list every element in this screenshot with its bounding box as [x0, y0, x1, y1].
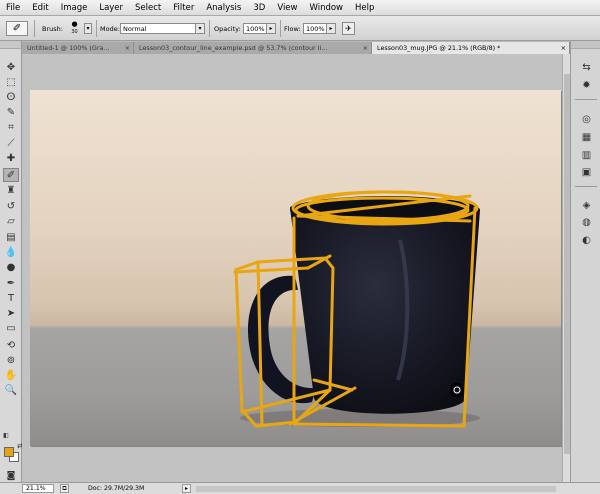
canvas-image: [233, 190, 480, 428]
brush-preset-picker[interactable]: ● 30: [68, 20, 81, 36]
menu-window[interactable]: Window: [303, 0, 349, 16]
options-bar: ✐ Brush: ● 30 ▾ Mode: Normal ▾ Opacity: …: [0, 16, 600, 41]
pen-icon[interactable]: ✒: [3, 277, 19, 291]
opacity-slider-button[interactable]: ▸: [266, 23, 276, 34]
mode-label: Mode:: [100, 25, 120, 33]
close-icon[interactable]: ×: [561, 42, 566, 54]
3d-orbit-icon[interactable]: ⊚: [3, 354, 19, 368]
brush-icon: ✐: [12, 23, 22, 34]
flow-slider-button[interactable]: ▸: [326, 23, 336, 34]
layers-icon[interactable]: ◈: [579, 199, 594, 213]
options-separator: [209, 20, 210, 37]
gradient-icon[interactable]: ▤: [3, 231, 19, 245]
opacity-label: Opacity:: [214, 25, 241, 33]
channels-icon[interactable]: ◍: [579, 216, 594, 230]
mode-dropdown[interactable]: ▾: [195, 23, 205, 34]
panel-dock: ⇆ ✹ ◎ ▦ ▥ ▣ ◈ ◍ ◐: [570, 41, 600, 482]
zoom-field[interactable]: 21.1%: [22, 484, 54, 493]
airbrush-icon: ✈: [345, 24, 352, 33]
status-arrow-icon[interactable]: ▸: [182, 484, 191, 493]
options-separator: [280, 20, 281, 37]
healing-brush-icon[interactable]: ✚: [3, 152, 19, 166]
tab-label: Untitled-1 @ 100% (Gra...: [27, 44, 110, 52]
dock-divider: [575, 186, 597, 187]
opacity-field[interactable]: 100%: [243, 23, 267, 34]
path-select-icon[interactable]: ➤: [3, 307, 19, 321]
options-separator: [96, 20, 97, 37]
status-menu-icon[interactable]: ⧉: [60, 484, 69, 493]
dock-divider: [575, 99, 597, 100]
menu-image[interactable]: Image: [55, 0, 94, 16]
dock-grip[interactable]: [571, 41, 600, 49]
vertical-scrollbar[interactable]: [562, 54, 570, 482]
mode-select[interactable]: Normal: [120, 23, 196, 34]
dodge-icon[interactable]: ●: [3, 261, 19, 275]
brush-dropdown[interactable]: ▾: [84, 23, 92, 34]
close-icon[interactable]: ×: [363, 42, 368, 54]
3d-rotate-icon[interactable]: ⟲: [3, 339, 19, 353]
paths-icon[interactable]: ◐: [579, 234, 594, 248]
quick-select-icon[interactable]: ✎: [3, 106, 19, 120]
menu-3d[interactable]: 3D: [247, 0, 271, 16]
status-bar: 21.1% ⧉ Doc: 29.7M/29.3M ▸: [0, 482, 600, 494]
actions-icon[interactable]: ▣: [579, 166, 594, 180]
eraser-icon[interactable]: ▱: [3, 215, 19, 229]
eyedropper-icon[interactable]: ⟋: [3, 137, 19, 151]
tab-label: Lesson03_contour_line_example.psd @ 53.7…: [139, 44, 328, 52]
menu-layer[interactable]: Layer: [93, 0, 129, 16]
image-canvas[interactable]: [30, 90, 561, 446]
document-workspace: [22, 54, 570, 482]
tools-panel-grip[interactable]: [0, 41, 21, 49]
default-colors-icon[interactable]: ◧: [1, 429, 11, 443]
tab-untitled-1[interactable]: Untitled-1 @ 100% (Gra... ×: [22, 42, 134, 54]
marquee-icon[interactable]: ⬚: [3, 76, 19, 90]
flow-field[interactable]: 100%: [303, 23, 327, 34]
navigator-icon[interactable]: ✹: [579, 79, 594, 93]
airbrush-toggle[interactable]: ✈: [342, 22, 355, 35]
menu-analysis[interactable]: Analysis: [200, 0, 247, 16]
tab-contour-line-example[interactable]: Lesson03_contour_line_example.psd @ 53.7…: [134, 42, 372, 54]
brush-tip-icon: ●: [71, 20, 78, 28]
document-tabs: Untitled-1 @ 100% (Gra... × Lesson03_cont…: [22, 41, 570, 54]
brush-label: Brush:: [42, 25, 63, 33]
menu-view[interactable]: View: [271, 0, 303, 16]
shape-icon[interactable]: ▭: [3, 322, 19, 336]
blur-icon[interactable]: 💧: [3, 246, 19, 260]
hand-icon[interactable]: ✋: [3, 369, 19, 383]
history-brush-icon[interactable]: ↺: [3, 200, 19, 214]
brush-icon[interactable]: ✐: [3, 168, 19, 182]
tools-panel: ✥ ⬚ ⵙ ✎ ⌗ ⟋ ✚ ✐ ♜ ↺ ▱ ▤ 💧 ● ✒ T ➤ ▭ ⟲ ⊚ ✋ 🔍 ⇄ ◧ ◙: [0, 41, 23, 483]
flow-label: Flow:: [284, 25, 301, 33]
menu-edit[interactable]: Edit: [26, 0, 54, 16]
move-icon[interactable]: ✥: [3, 61, 19, 75]
menu-help[interactable]: Help: [349, 0, 380, 16]
tab-label: Lesson03_mug.JPG @ 21.1% (RGB/8) *: [377, 44, 501, 52]
crop-icon[interactable]: ⌗: [3, 121, 19, 135]
brush-size: 30: [71, 29, 78, 35]
menu-bar: File Edit Image Layer Select Filter Anal…: [0, 0, 600, 16]
tab-lesson03-mug[interactable]: Lesson03_mug.JPG @ 21.1% (RGB/8) * ×: [372, 42, 570, 54]
styles-icon[interactable]: ▦: [579, 131, 594, 145]
adjustments-icon[interactable]: ◎: [579, 113, 594, 127]
horizontal-scrollbar[interactable]: [196, 486, 556, 492]
tool-preset-picker[interactable]: ✐: [6, 21, 28, 36]
quick-mask-icon[interactable]: ◙: [3, 469, 19, 483]
close-icon[interactable]: ×: [125, 42, 130, 54]
history-icon[interactable]: ▥: [579, 149, 594, 163]
options-separator: [34, 20, 35, 37]
lasso-icon[interactable]: ⵙ: [3, 91, 19, 105]
arrows-icon[interactable]: ⇆: [579, 61, 594, 75]
zoom-icon[interactable]: 🔍: [3, 384, 19, 398]
type-icon[interactable]: T: [3, 292, 19, 306]
menu-select[interactable]: Select: [129, 0, 167, 16]
menu-filter[interactable]: Filter: [167, 0, 200, 16]
menu-file[interactable]: File: [0, 0, 26, 16]
document-info: Doc: 29.7M/29.3M: [88, 485, 145, 492]
foreground-color-swatch[interactable]: [4, 447, 14, 457]
clone-stamp-icon[interactable]: ♜: [3, 184, 19, 198]
